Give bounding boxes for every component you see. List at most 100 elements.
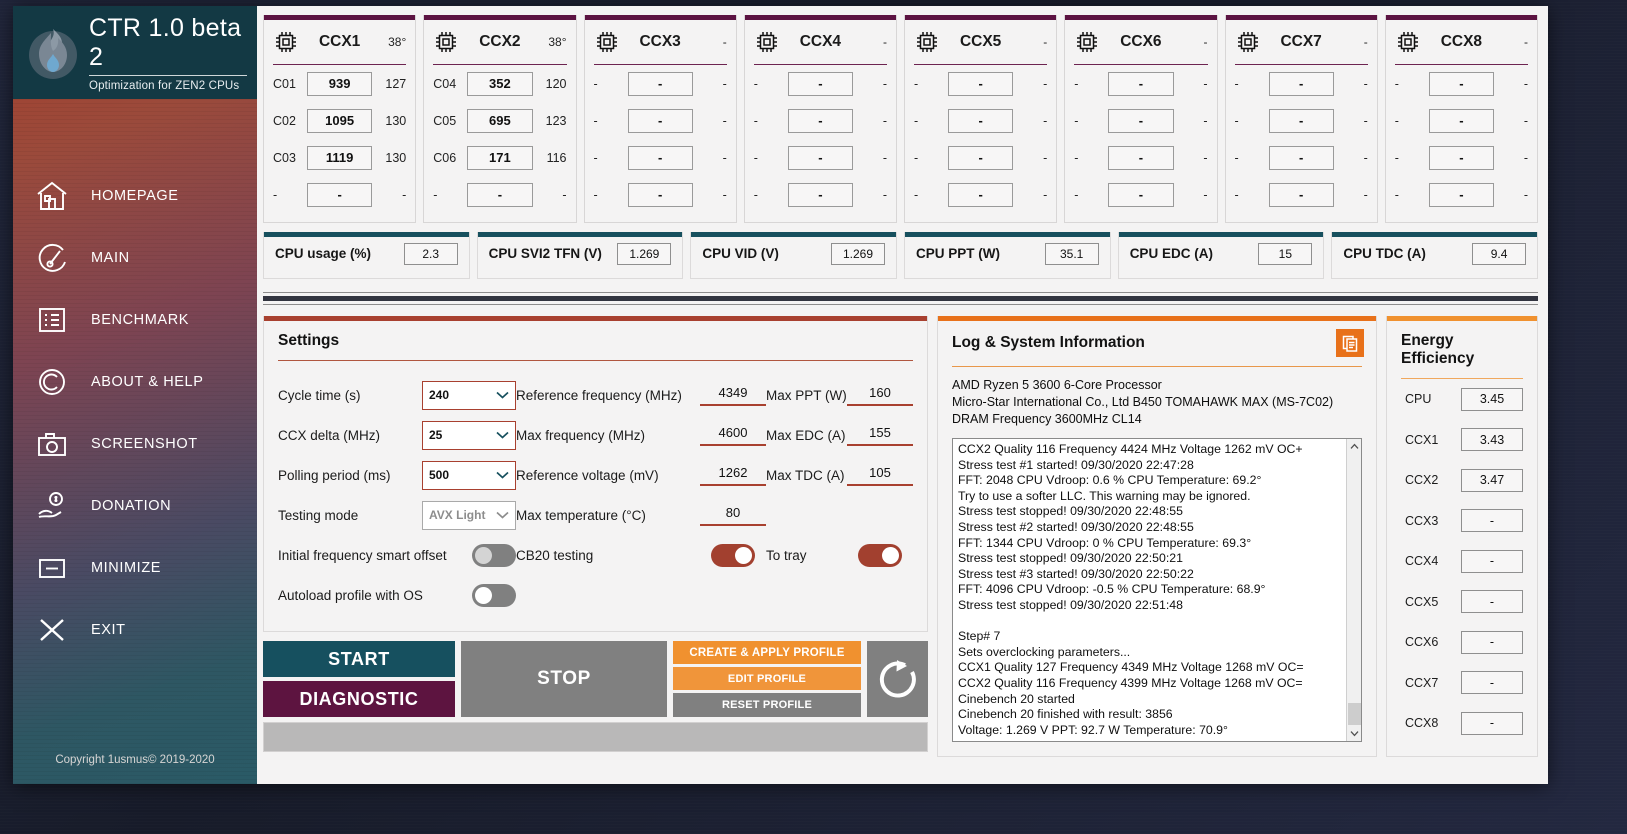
log-panel-title: Log & System Information (952, 334, 1145, 351)
core-id: - (753, 113, 758, 128)
core-frequency-box[interactable]: - (1428, 71, 1494, 96)
metric-value: 9.4 (1472, 242, 1527, 265)
core-frequency-box[interactable]: 352 (467, 71, 533, 96)
log-textarea[interactable]: CCX2 Quality 116 Frequency 4424 MHz Volt… (952, 438, 1362, 743)
core-frequency-box[interactable]: - (787, 108, 853, 133)
sidebar-item-donation[interactable]: DONATION (13, 475, 257, 537)
max-ppt-input[interactable]: 160 (847, 385, 913, 406)
energy-value: 3.47 (1461, 468, 1523, 492)
core-frequency-box[interactable]: - (627, 182, 693, 207)
spacer-row (766, 495, 913, 535)
core-frequency-box[interactable]: - (1268, 108, 1334, 133)
core-quality: - (882, 150, 887, 165)
max-tdc-input[interactable]: 105 (847, 465, 913, 486)
sidebar-item-benchmark[interactable]: BENCHMARK (13, 289, 257, 351)
core-id: - (1074, 150, 1079, 165)
autoload-profile-toggle[interactable] (472, 583, 516, 607)
sidebar-item-homepage[interactable]: HOMEPAGE (13, 165, 257, 227)
core-frequency-box[interactable]: - (948, 182, 1014, 207)
sidebar-item-about-help[interactable]: ABOUT & HELP (13, 351, 257, 413)
core-frequency-box[interactable]: - (1268, 182, 1334, 207)
setting-max-frequency: Max frequency (MHz) 4600 (516, 415, 766, 455)
max-temperature-input[interactable]: 80 (700, 505, 766, 526)
sidebar-item-screenshot[interactable]: SCREENSHOT (13, 413, 257, 475)
scroll-down-button[interactable] (1347, 726, 1361, 742)
sidebar-nav: HOMEPAGE MAIN BENCHMARK ABOUT & HELP SCR… (13, 99, 257, 661)
scroll-up-button[interactable] (1347, 439, 1361, 454)
energy-label: CCX4 (1405, 554, 1439, 569)
edit-profile-button[interactable]: EDIT PROFILE (673, 667, 861, 690)
core-frequency-box[interactable]: - (1428, 108, 1494, 133)
ccx-delta-select[interactable]: 25 (422, 420, 516, 450)
core-frequency-box[interactable]: - (948, 145, 1014, 170)
core-quality: - (1363, 187, 1368, 202)
ccx-card-ccx7: CCX7 - - - - - - - - - - - - - (1224, 15, 1378, 223)
core-frequency-box[interactable]: - (787, 182, 853, 207)
start-diagnostic-stack: START DIAGNOSTIC (263, 641, 455, 717)
core-frequency-box[interactable]: - (787, 71, 853, 96)
core-frequency-box[interactable]: - (948, 108, 1014, 133)
sidebar-item-label: DONATION (91, 498, 172, 514)
core-frequency-box[interactable]: - (1268, 145, 1334, 170)
core-row: C06 171 116 (433, 139, 567, 176)
core-frequency-box[interactable]: 695 (467, 108, 533, 133)
diagnostic-button[interactable]: DIAGNOSTIC (263, 681, 455, 717)
core-frequency-box[interactable]: - (1108, 71, 1174, 96)
core-frequency-box[interactable]: 1095 (307, 108, 373, 133)
scrollbar-thumb[interactable] (1348, 703, 1361, 726)
core-frequency-box[interactable]: - (627, 71, 693, 96)
core-quality: - (402, 187, 407, 202)
core-row: - - - (1074, 139, 1208, 176)
core-frequency-box[interactable]: - (467, 182, 533, 207)
toggle-knob (735, 546, 752, 564)
core-frequency-box[interactable]: - (1108, 182, 1174, 207)
sidebar-item-main[interactable]: MAIN (13, 227, 257, 289)
core-frequency-box[interactable]: - (1108, 145, 1174, 170)
core-id: - (433, 187, 438, 202)
initial-freq-smart-offset-toggle[interactable] (472, 543, 516, 567)
energy-value: 3.45 (1461, 387, 1523, 411)
reference-voltage-input[interactable]: 1262 (700, 465, 766, 486)
max-frequency-input[interactable]: 4600 (700, 425, 766, 446)
copyright-text: Copyright 1usmus© 2019-2020 (55, 754, 215, 766)
testing-mode-select[interactable]: AVX Light (422, 500, 516, 530)
log-line: FFT: 2048 CPU Vdroop: 0.6 % CPU Temperat… (958, 473, 1262, 488)
polling-period-select[interactable]: 500 (422, 460, 516, 490)
refresh-icon (879, 660, 916, 698)
core-id: - (1234, 187, 1239, 202)
core-frequency-box[interactable]: 171 (467, 145, 533, 170)
max-edc-input[interactable]: 155 (847, 425, 913, 446)
core-frequency-box[interactable]: - (787, 145, 853, 170)
reset-profile-button[interactable]: RESET PROFILE (673, 693, 861, 717)
log-line: Step# 7 (958, 629, 1001, 644)
camera-icon (13, 428, 91, 460)
log-line: Cinebench 20 finished with result: 3856 (958, 707, 1173, 722)
core-frequency-box[interactable]: - (1108, 108, 1174, 133)
sidebar-item-minimize[interactable]: MINIMIZE (13, 537, 257, 599)
create-apply-profile-button[interactable]: CREATE & APPLY PROFILE (673, 641, 861, 664)
ccx-card-ccx2: CCX2 38° C04 352 120 C05 695 123 C06 171… (423, 15, 577, 223)
cycle-time-select[interactable]: 240 (422, 380, 516, 410)
core-frequency-box[interactable]: - (1268, 71, 1334, 96)
reference-frequency-input[interactable]: 4349 (700, 385, 766, 406)
cb20-testing-toggle[interactable] (711, 543, 755, 567)
core-frequency-box[interactable]: - (1428, 182, 1494, 207)
stop-button[interactable]: STOP (461, 641, 667, 717)
refresh-button[interactable] (867, 641, 928, 717)
app-subtitle: Optimization for ZEN2 CPUs (89, 79, 240, 92)
core-frequency-box[interactable]: - (307, 182, 373, 207)
core-quality: - (722, 150, 727, 165)
core-frequency-box[interactable]: 1119 (307, 145, 373, 170)
core-frequency-box[interactable]: - (627, 108, 693, 133)
core-frequency-box[interactable]: - (627, 145, 693, 170)
log-scrollbar[interactable] (1346, 439, 1361, 742)
core-frequency-box[interactable]: - (948, 71, 1014, 96)
sidebar-item-exit[interactable]: EXIT (13, 599, 257, 661)
copy-log-button[interactable] (1336, 329, 1364, 357)
start-button[interactable]: START (263, 641, 455, 677)
core-row: - - - (754, 102, 887, 139)
ccx-card-ccx3: CCX3 - - - - - - - - - - - - - (583, 15, 737, 223)
core-frequency-box[interactable]: - (1428, 145, 1494, 170)
to-tray-toggle[interactable] (858, 543, 902, 567)
core-frequency-box[interactable]: 939 (307, 71, 373, 96)
